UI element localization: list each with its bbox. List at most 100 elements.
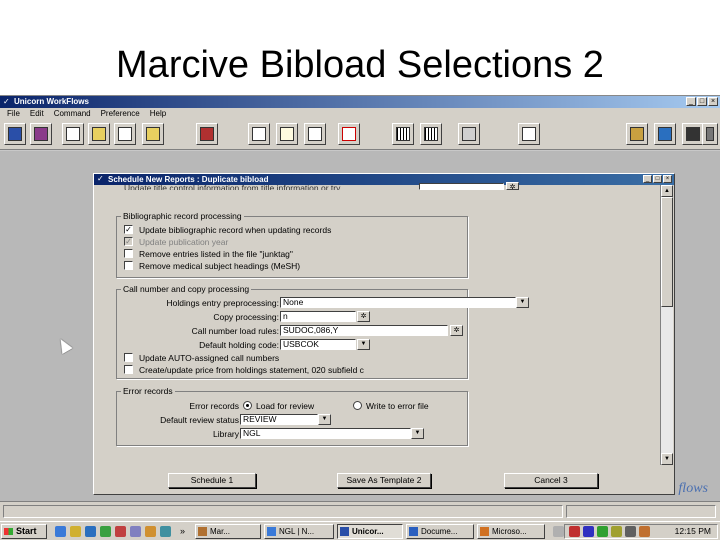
quicklaunch-media-icon[interactable] <box>115 526 126 537</box>
quicklaunch-folder-icon[interactable] <box>70 526 81 537</box>
dialog-maximize-button[interactable]: □ <box>653 175 662 183</box>
task-mar[interactable]: Mar... <box>195 524 261 539</box>
copy-field[interactable]: n <box>280 311 356 322</box>
write-error-file-label: Write to error file <box>366 401 429 411</box>
book-edit-icon[interactable] <box>114 123 136 145</box>
delete-icon[interactable] <box>338 123 360 145</box>
create-price-label: Create/update price from holdings statem… <box>139 365 364 375</box>
display-icon[interactable] <box>4 123 26 145</box>
menubar: File Edit Command Preference Help <box>0 108 720 120</box>
browse-gear-icon[interactable]: ✲ <box>506 182 519 191</box>
menu-command[interactable]: Command <box>51 109 94 118</box>
library-dropdown-icon[interactable]: ▼ <box>411 428 424 439</box>
loadrules-gear-icon[interactable]: ✲ <box>450 325 463 336</box>
task-label: NGL | N... <box>279 527 315 536</box>
task-label: Mar... <box>210 527 231 536</box>
holdingcode-dropdown-icon[interactable]: ▼ <box>357 339 370 350</box>
barcode-settings-icon[interactable] <box>458 123 480 145</box>
holdingcode-label: Default holding code: <box>199 340 279 350</box>
quicklaunch-ie-icon[interactable] <box>55 526 66 537</box>
quicklaunch-more-icon[interactable]: » <box>180 526 185 536</box>
start-button[interactable]: Start <box>1 524 47 539</box>
taskbar-help-icon[interactable] <box>553 526 564 537</box>
document-star-icon[interactable] <box>276 123 298 145</box>
windows-logo-icon <box>4 528 13 535</box>
books-icon[interactable] <box>30 123 52 145</box>
errors-legend: Error records <box>121 386 175 396</box>
close-button[interactable]: × <box>708 97 718 106</box>
create-price-checkbox[interactable] <box>124 365 133 374</box>
barcode-edit-icon[interactable] <box>420 123 442 145</box>
remove-mesh-label: Remove medical subject headings (MeSH) <box>139 261 301 271</box>
dialog-system-menu-icon[interactable]: ✓ <box>97 175 104 183</box>
top-partial-label: Update title control information from ti… <box>124 183 343 190</box>
review-status-select[interactable]: REVIEW <box>240 414 318 425</box>
quicklaunch-extra-icon[interactable] <box>160 526 171 537</box>
copy-gear-icon[interactable]: ✲ <box>357 311 370 322</box>
copy-icon[interactable] <box>248 123 270 145</box>
review-status-dropdown-icon[interactable]: ▼ <box>318 414 331 425</box>
shield-icon[interactable] <box>88 123 110 145</box>
document-edit-icon[interactable] <box>304 123 326 145</box>
task-microsoft[interactable]: Microso... <box>477 524 545 539</box>
dialog-scrollbar[interactable]: ▲ ▼ <box>660 185 673 465</box>
quicklaunch-desktop-icon[interactable] <box>85 526 96 537</box>
remove-junktag-checkbox[interactable] <box>124 249 133 258</box>
tools-icon[interactable] <box>702 123 718 145</box>
report-icon[interactable] <box>654 123 676 145</box>
loadrules-field[interactable]: SUDOC,086,Y <box>280 325 448 336</box>
remove-mesh-checkbox[interactable] <box>124 261 133 270</box>
write-error-file-radio[interactable] <box>353 401 362 410</box>
update-biblio-checkbox[interactable]: ✓ <box>124 225 133 234</box>
app-titlebar[interactable]: ✓ Unicorn WorkFlows _ □ × <box>0 96 720 108</box>
menu-edit[interactable]: Edit <box>27 109 47 118</box>
library-label: Library <box>213 429 239 439</box>
cancel-button[interactable]: Cancel 3 <box>504 473 598 488</box>
holdings-select[interactable]: None <box>280 297 516 308</box>
binoculars-icon[interactable] <box>682 123 704 145</box>
tray-icon[interactable] <box>583 526 594 537</box>
schedule-dialog: ✓ Schedule New Reports : Duplicate biblo… <box>93 173 675 495</box>
search-icon[interactable] <box>518 123 540 145</box>
dialog-close-button[interactable]: × <box>663 175 672 183</box>
tray-icon[interactable] <box>597 526 608 537</box>
tray-icon[interactable] <box>569 526 580 537</box>
open-book-icon[interactable] <box>62 123 84 145</box>
library-select[interactable]: NGL <box>240 428 411 439</box>
barcode-icon[interactable] <box>392 123 414 145</box>
minimize-button[interactable]: _ <box>686 97 696 106</box>
top-partial-field[interactable] <box>419 183 504 190</box>
dialog-minimize-button[interactable]: _ <box>643 175 652 183</box>
holdingcode-select[interactable]: USBCOK <box>280 339 356 350</box>
quicklaunch-app-icon[interactable] <box>100 526 111 537</box>
quicklaunch-mail-icon[interactable] <box>130 526 141 537</box>
schedule-button[interactable]: Schedule 1 <box>168 473 256 488</box>
app-system-menu-icon[interactable]: ✓ <box>3 98 10 106</box>
task-unicorn[interactable]: Unicor... <box>337 524 403 539</box>
taskbar: Start » Mar... NGL | N... Unicor... Docu… <box>0 521 720 540</box>
menu-preference[interactable]: Preference <box>98 109 143 118</box>
tray-icon[interactable] <box>639 526 650 537</box>
task-ngl[interactable]: NGL | N... <box>264 524 334 539</box>
save-template-button[interactable]: Save As Template 2 <box>337 473 431 488</box>
scroll-thumb[interactable] <box>661 197 673 307</box>
tray-icon[interactable] <box>625 526 636 537</box>
update-auto-callnum-checkbox[interactable] <box>124 353 133 362</box>
start-label: Start <box>16 526 37 536</box>
network-icon[interactable] <box>626 123 648 145</box>
load-for-review-radio[interactable] <box>243 401 252 410</box>
scroll-up-icon[interactable]: ▲ <box>661 185 673 197</box>
update-pubyear-checkbox[interactable]: ✓ <box>124 237 133 246</box>
tray-icon[interactable] <box>611 526 622 537</box>
scroll-down-icon[interactable]: ▼ <box>661 453 673 465</box>
maximize-button[interactable]: □ <box>697 97 707 106</box>
menu-file[interactable]: File <box>4 109 23 118</box>
task-label: Docume... <box>421 527 458 536</box>
task-document[interactable]: Docume... <box>406 524 474 539</box>
holdings-dropdown-icon[interactable]: ▼ <box>516 297 529 308</box>
menu-help[interactable]: Help <box>147 109 169 118</box>
copy-label: Copy processing: <box>213 312 279 322</box>
quicklaunch-outlook-icon[interactable] <box>145 526 156 537</box>
exit-icon[interactable] <box>196 123 218 145</box>
wand-icon[interactable] <box>142 123 164 145</box>
